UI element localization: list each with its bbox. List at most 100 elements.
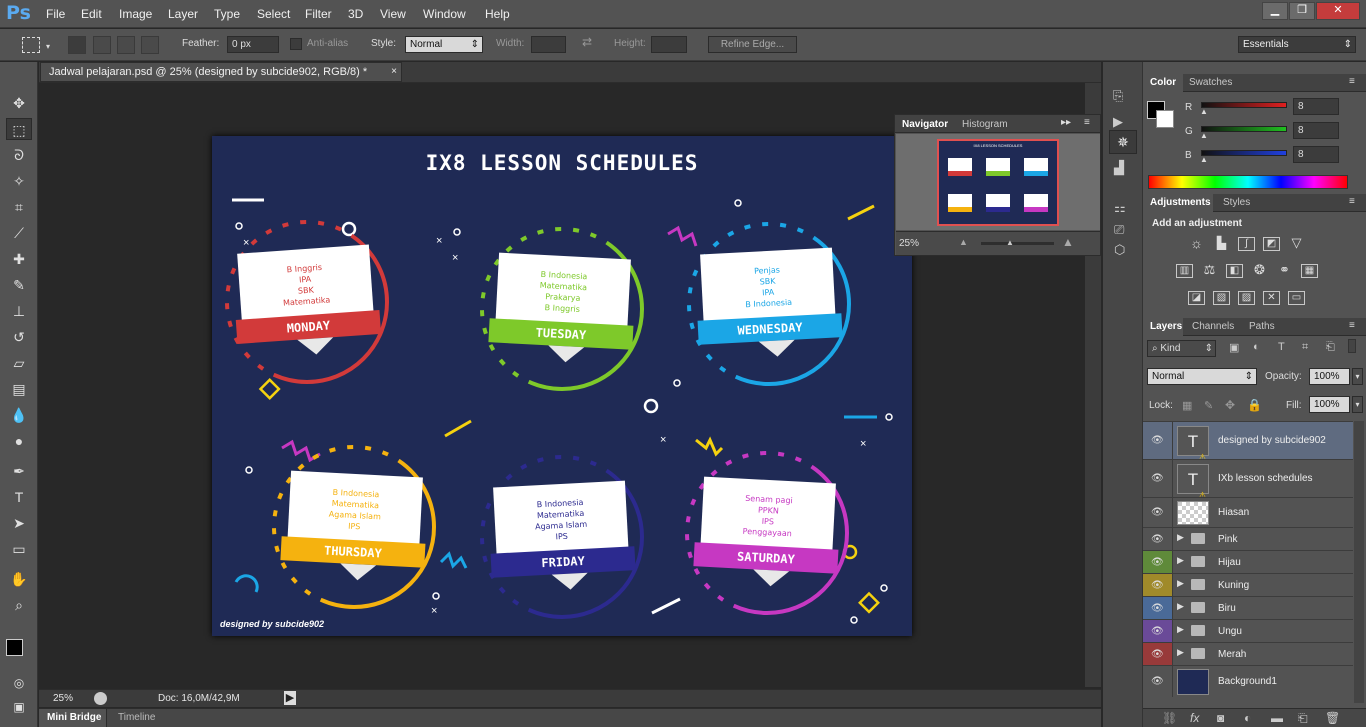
- eye-icon[interactable]: 👁: [1151, 507, 1165, 518]
- zoom-slider-track[interactable]: [981, 242, 1054, 245]
- tab-timeline[interactable]: Timeline: [118, 712, 155, 723]
- menu-layer[interactable]: Layer: [168, 7, 198, 21]
- feather-input[interactable]: 0 px: [227, 36, 279, 53]
- crop-tool-icon[interactable]: ⌗: [6, 196, 32, 218]
- color-balance-icon[interactable]: ⚖: [1201, 263, 1218, 278]
- color-spectrum-bar[interactable]: [1148, 175, 1348, 189]
- navigator-view-box[interactable]: [937, 139, 1059, 226]
- lock-position-icon[interactable]: ✥: [1225, 398, 1235, 412]
- eye-icon[interactable]: 👁: [1151, 626, 1165, 637]
- photo-filter-icon[interactable]: ❂: [1251, 263, 1268, 278]
- layer-row[interactable]: 👁 ▶ Hijau: [1143, 550, 1353, 573]
- menu-select[interactable]: Select: [257, 7, 290, 21]
- lock-image-icon[interactable]: ✎: [1204, 399, 1213, 412]
- brush-tool-icon[interactable]: ✎: [6, 274, 32, 296]
- filter-type-icon[interactable]: T: [1278, 341, 1285, 353]
- opacity-chevron-icon[interactable]: ▾: [1352, 368, 1363, 385]
- zoom-tool-icon[interactable]: ⌕: [6, 594, 32, 616]
- eye-icon[interactable]: 👁: [1151, 580, 1165, 591]
- brightness-icon[interactable]: ☼: [1188, 236, 1205, 251]
- exposure-icon[interactable]: ◩: [1263, 237, 1280, 251]
- eyedropper-icon[interactable]: ⟋: [6, 222, 32, 244]
- menu-view[interactable]: View: [380, 7, 406, 21]
- collapse-icon[interactable]: ▸▸: [1061, 117, 1071, 128]
- document-tab[interactable]: Jadwal pelajaran.psd @ 25% (designed by …: [40, 62, 402, 82]
- swap-icon[interactable]: ⇄: [582, 35, 592, 49]
- history-icon[interactable]: ⎘: [1113, 88, 1123, 104]
- tab-histogram[interactable]: Histogram: [962, 119, 1008, 130]
- fx-icon[interactable]: fx: [1190, 711, 1199, 725]
- magic-wand-icon[interactable]: ✧: [6, 170, 32, 192]
- navigator-zoom-value[interactable]: 25%: [899, 238, 919, 249]
- layer-comps-icon[interactable]: ⎚: [1114, 222, 1124, 238]
- panel-menu-icon[interactable]: ≡: [1349, 76, 1355, 87]
- blur-tool-icon[interactable]: 💧: [6, 404, 32, 426]
- layers-scrollbar[interactable]: [1354, 421, 1364, 703]
- hand-tool-icon[interactable]: ✋: [6, 568, 32, 590]
- threshold-icon[interactable]: ▨: [1238, 291, 1255, 305]
- subtract-selection-icon[interactable]: [117, 36, 135, 54]
- layer-row[interactable]: 👁 T⚠ designed by subcide902: [1143, 421, 1353, 464]
- color-lookup-icon[interactable]: ▦: [1301, 264, 1318, 278]
- channel-slider-thumb[interactable]: ▲: [1200, 131, 1208, 140]
- blend-mode-select[interactable]: Normal ⇕: [1147, 368, 1257, 385]
- eye-icon[interactable]: 👁: [1151, 473, 1165, 484]
- status-zoom[interactable]: 25%: [53, 693, 73, 704]
- lasso-tool-icon[interactable]: ᘐ: [6, 144, 32, 166]
- zoom-in-icon[interactable]: ▲: [1062, 235, 1074, 249]
- menu-3d[interactable]: 3D: [348, 7, 363, 21]
- gradient-tool-icon[interactable]: ▤: [6, 378, 32, 400]
- add-selection-icon[interactable]: [93, 36, 111, 54]
- style-select[interactable]: Normal ⇕: [405, 36, 483, 53]
- navigator-panel-icon[interactable]: ✵: [1109, 130, 1137, 154]
- filter-adjustment-icon[interactable]: ◐: [1253, 341, 1260, 353]
- levels-icon[interactable]: ▙: [1213, 237, 1230, 251]
- channel-slider-b[interactable]: [1201, 150, 1287, 156]
- black-white-icon[interactable]: ◧: [1226, 264, 1243, 278]
- zoom-out-icon[interactable]: ▲: [959, 237, 968, 247]
- curves-icon[interactable]: ∫: [1238, 237, 1255, 251]
- eye-icon[interactable]: 👁: [1151, 603, 1165, 614]
- menu-type[interactable]: Type: [214, 7, 240, 21]
- width-input[interactable]: [531, 36, 566, 53]
- selective-color-icon[interactable]: ▭: [1288, 291, 1305, 305]
- tab-layers[interactable]: Layers: [1150, 321, 1182, 332]
- new-adjustment-icon[interactable]: ◐: [1244, 711, 1251, 725]
- new-selection-icon[interactable]: [68, 36, 86, 54]
- new-group-icon[interactable]: ▬: [1271, 711, 1283, 725]
- pen-tool-icon[interactable]: ✒: [6, 460, 32, 482]
- tab-color[interactable]: Color: [1150, 77, 1176, 88]
- vibrance-icon[interactable]: ▽: [1288, 236, 1305, 251]
- menu-edit[interactable]: Edit: [81, 7, 102, 21]
- layer-row[interactable]: 👁 Background1: [1143, 665, 1353, 697]
- move-tool-icon[interactable]: ✥: [6, 92, 32, 114]
- tab-navigator[interactable]: Navigator: [902, 119, 948, 130]
- fill-chevron-icon[interactable]: ▾: [1352, 396, 1363, 413]
- tab-paths[interactable]: Paths: [1249, 321, 1275, 332]
- eye-icon[interactable]: 👁: [1151, 649, 1165, 660]
- filter-smart-object-icon[interactable]: ⎗: [1326, 341, 1335, 354]
- menu-help[interactable]: Help: [485, 7, 510, 21]
- expand-arrow-icon[interactable]: ▶: [1177, 532, 1184, 543]
- tab-styles[interactable]: Styles: [1223, 197, 1250, 208]
- lock-transparency-icon[interactable]: ▦: [1182, 399, 1192, 412]
- layer-row[interactable]: 👁 ▶ Biru: [1143, 596, 1353, 619]
- channel-slider-thumb[interactable]: ▲: [1200, 107, 1208, 116]
- share-icon[interactable]: [94, 692, 107, 705]
- channel-value-r[interactable]: 8: [1293, 98, 1339, 115]
- expand-arrow-icon[interactable]: ▶: [1177, 624, 1184, 635]
- channel-slider-r[interactable]: [1201, 102, 1287, 108]
- channel-value-b[interactable]: 8: [1293, 146, 1339, 163]
- rectangle-tool-icon[interactable]: ▭: [6, 538, 32, 560]
- dodge-tool-icon[interactable]: ●: [6, 430, 32, 452]
- zoom-slider-thumb[interactable]: ▲: [1006, 238, 1014, 247]
- gradient-map-icon[interactable]: ✕: [1263, 291, 1280, 305]
- posterize-icon[interactable]: ▧: [1213, 291, 1230, 305]
- screen-mode-icon[interactable]: ▣: [6, 696, 32, 718]
- quick-mask-icon[interactable]: ◎: [6, 672, 32, 694]
- height-input[interactable]: [651, 36, 687, 53]
- antialias-checkbox[interactable]: [290, 38, 302, 50]
- tab-mini-bridge[interactable]: Mini Bridge: [47, 712, 101, 723]
- hue-saturation-icon[interactable]: ▥: [1176, 264, 1193, 278]
- status-menu-arrow-icon[interactable]: ▶: [284, 691, 296, 705]
